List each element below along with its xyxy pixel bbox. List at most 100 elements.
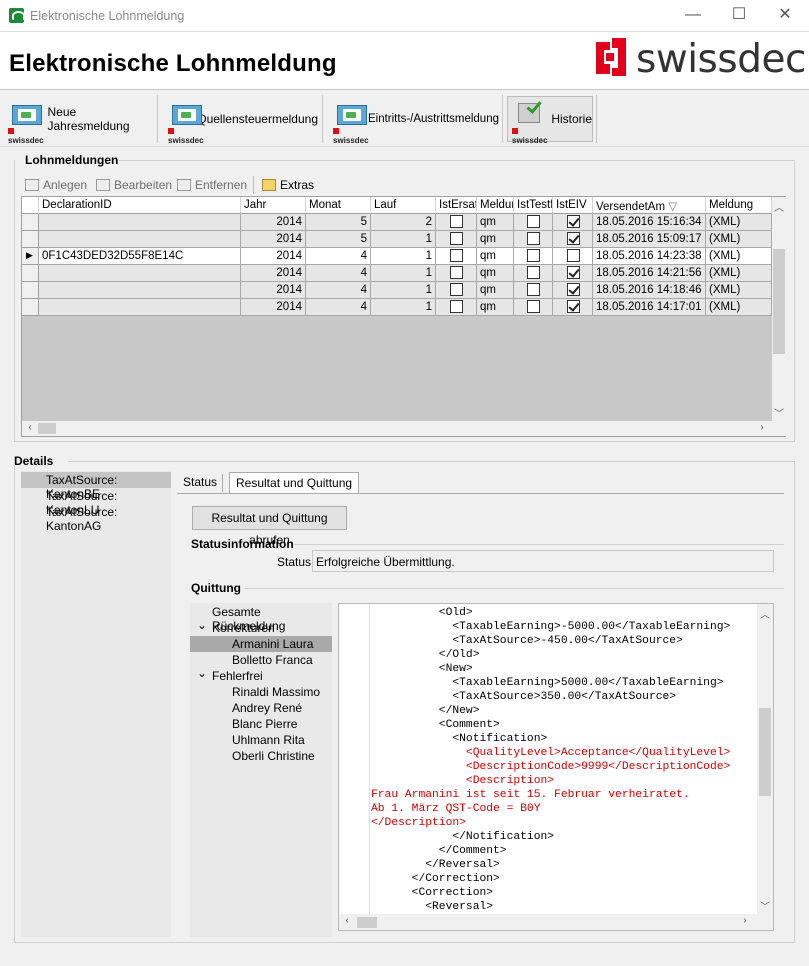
table-cell-jahr[interactable]: 2014	[241, 231, 306, 248]
checkbox[interactable]	[450, 249, 463, 262]
scroll-right-icon[interactable]: ›	[756, 422, 768, 433]
table-cell-monat[interactable]: 4	[306, 282, 371, 299]
tree-item[interactable]: Armanini Laura	[190, 636, 332, 652]
xml-vertical-scrollbar[interactable]: ︿ ﹀	[757, 604, 773, 914]
scroll-up-icon[interactable]: ︿	[772, 199, 786, 214]
column-header[interactable]: Meldung	[706, 197, 772, 214]
scroll-left-icon[interactable]: ‹	[24, 422, 36, 433]
checkbox[interactable]	[567, 232, 580, 245]
checkbox[interactable]	[450, 283, 463, 296]
edit-button[interactable]: Bearbeiten	[96, 176, 172, 194]
table-cell-id[interactable]	[39, 299, 241, 316]
column-header[interactable]: Monat	[306, 197, 371, 214]
extras-button[interactable]: Extras	[262, 176, 314, 194]
table-row[interactable]: 2014 4 1 qm 18.05.2016 14:18:46 (XML)	[22, 282, 772, 299]
entry-exit-report-button[interactable]: swissdec Eintritts-/Austrittsmeldung	[329, 96, 499, 145]
scroll-left-icon[interactable]: ‹	[341, 915, 353, 926]
table-cell-jahr[interactable]: 2014	[241, 214, 306, 231]
expand-chevron-icon[interactable]: ⌄	[197, 618, 207, 632]
table-cell-lauf[interactable]: 1	[371, 265, 436, 282]
table-cell-versendet[interactable]: 18.05.2016 15:09:17	[593, 231, 706, 248]
table-cell-meldung[interactable]: (XML)	[706, 299, 772, 316]
xml-horizontal-scrollbar[interactable]: ‹ ›	[339, 914, 773, 930]
checkbox[interactable]	[567, 283, 580, 296]
row-header[interactable]	[22, 282, 39, 299]
remove-button[interactable]: Entfernen	[177, 176, 247, 194]
tree-item[interactable]: Bolletto Franca	[190, 652, 332, 668]
column-header[interactable]: VersendetAm ▽	[593, 197, 706, 214]
scroll-right-icon[interactable]: ›	[739, 915, 751, 926]
table-cell-test[interactable]	[514, 231, 553, 248]
table-cell-id[interactable]	[39, 231, 241, 248]
column-header[interactable]: Lauf	[371, 197, 436, 214]
table-cell-versendet[interactable]: 18.05.2016 14:17:01	[593, 299, 706, 316]
checkbox[interactable]	[527, 249, 540, 262]
column-header[interactable]: Meldun	[477, 197, 514, 214]
table-cell-eiv[interactable]	[553, 299, 593, 316]
checkbox[interactable]	[567, 266, 580, 279]
grid-vertical-scrollbar[interactable]: ︿ ﹀	[772, 197, 786, 421]
table-cell-id[interactable]	[39, 282, 241, 299]
list-item[interactable]: TaxAtSource: KantonLU	[21, 488, 171, 517]
tab-status[interactable]: Status	[177, 472, 223, 493]
table-cell-lauf[interactable]: 1	[371, 231, 436, 248]
tree-item[interactable]: ⌄ Korrekturen	[190, 618, 332, 636]
scroll-thumb[interactable]	[773, 249, 785, 354]
table-cell-meldung[interactable]: (XML)	[706, 248, 772, 265]
table-cell-ersatz[interactable]	[436, 299, 477, 316]
table-cell-meldung[interactable]: (XML)	[706, 282, 772, 299]
table-cell-jahr[interactable]: 2014	[241, 248, 306, 265]
table-cell-id[interactable]	[39, 265, 241, 282]
table-cell-monat[interactable]: 5	[306, 231, 371, 248]
table-cell-eiv[interactable]	[553, 265, 593, 282]
checkbox[interactable]	[527, 266, 540, 279]
table-cell-meldung-typ[interactable]: qm	[477, 231, 514, 248]
table-cell-monat[interactable]: 4	[306, 248, 371, 265]
expand-chevron-icon[interactable]: ⌄	[197, 666, 207, 680]
table-cell-test[interactable]	[514, 214, 553, 231]
list-item[interactable]: TaxAtSource: KantonAG	[21, 504, 171, 533]
tree-item[interactable]: Gesamte Rückmeldung	[190, 604, 332, 633]
tab-result-receipt[interactable]: Resultat und Quittung	[229, 472, 360, 494]
checkbox[interactable]	[450, 266, 463, 279]
receipt-xml-viewer[interactable]: <Old> <TaxableEarning>-5000.00</TaxableE…	[338, 603, 774, 931]
table-cell-meldung[interactable]: (XML)	[706, 265, 772, 282]
reports-grid[interactable]: DeclarationID Jahr Monat Lauf IstErsatz …	[21, 196, 786, 437]
table-cell-id[interactable]: 0F1C43DED32D55F8E14C	[39, 248, 241, 265]
new-annual-report-button[interactable]: swissdec Neue Jahresmeldung	[4, 96, 154, 145]
table-cell-monat[interactable]: 4	[306, 265, 371, 282]
table-cell-meldung-typ[interactable]: qm	[477, 282, 514, 299]
row-header[interactable]	[22, 231, 39, 248]
table-cell-versendet[interactable]: 18.05.2016 14:21:56	[593, 265, 706, 282]
tree-item[interactable]: Oberli Christine	[190, 748, 332, 764]
column-header[interactable]: Jahr	[241, 197, 306, 214]
checkbox[interactable]	[567, 300, 580, 313]
table-cell-ersatz[interactable]	[436, 265, 477, 282]
grid-horizontal-scrollbar[interactable]: ‹ ›	[22, 421, 786, 436]
table-cell-lauf[interactable]: 2	[371, 214, 436, 231]
table-cell-meldung[interactable]: (XML)	[706, 231, 772, 248]
table-cell-test[interactable]	[514, 265, 553, 282]
checkbox[interactable]	[527, 283, 540, 296]
column-header[interactable]: DeclarationID	[39, 197, 241, 214]
column-header[interactable]: IstTestfa	[514, 197, 553, 214]
maximize-button[interactable]: ☐	[716, 0, 762, 32]
table-cell-eiv[interactable]	[553, 231, 593, 248]
scroll-thumb[interactable]	[38, 423, 56, 434]
table-row[interactable]: 2014 5 1 qm 18.05.2016 15:09:17 (XML)	[22, 231, 772, 248]
history-button[interactable]: swissdec Historie	[507, 96, 593, 145]
table-cell-id[interactable]	[39, 214, 241, 231]
table-cell-versendet[interactable]: 18.05.2016 14:23:38	[593, 248, 706, 265]
column-header[interactable]: IstErsatz	[436, 197, 477, 214]
table-row[interactable]: ▶ 0F1C43DED32D55F8E14C 2014 4 1 qm 18.05.2016 …	[22, 248, 772, 265]
table-cell-lauf[interactable]: 1	[371, 299, 436, 316]
tree-item[interactable]: ⌄ Fehlerfrei	[190, 666, 332, 684]
checkbox[interactable]	[567, 215, 580, 228]
checkbox[interactable]	[450, 215, 463, 228]
row-header[interactable]	[22, 265, 39, 282]
close-button[interactable]: ✕	[762, 0, 808, 32]
table-cell-ersatz[interactable]	[436, 282, 477, 299]
table-cell-eiv[interactable]	[553, 248, 593, 265]
table-cell-jahr[interactable]: 2014	[241, 282, 306, 299]
table-row[interactable]: 2014 5 2 qm 18.05.2016 15:16:34 (XML)	[22, 214, 772, 231]
